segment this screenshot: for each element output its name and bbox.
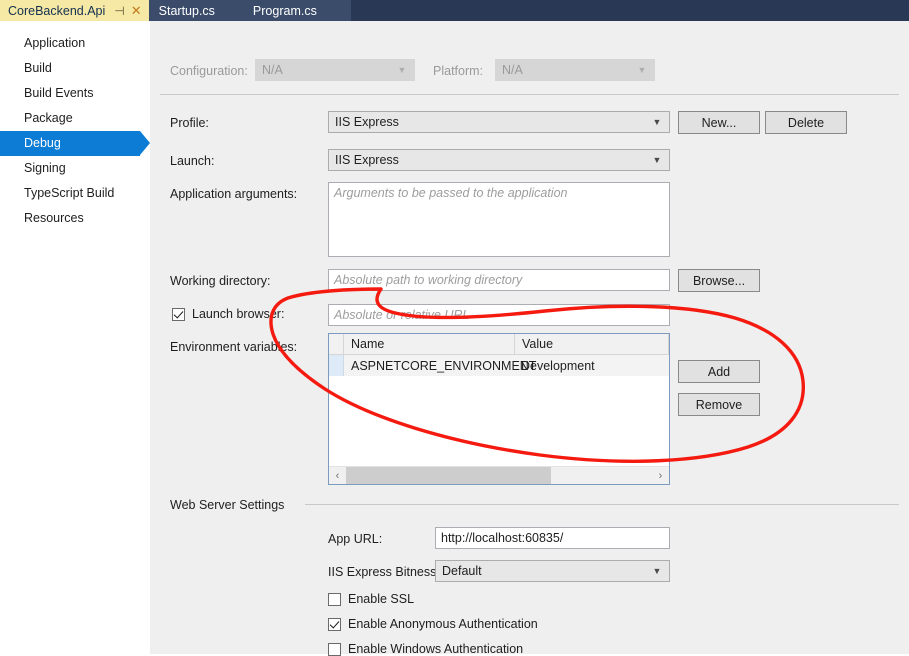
tab-strip-filler bbox=[350, 0, 909, 21]
sidebar-item-typescript-build[interactable]: TypeScript Build bbox=[0, 181, 150, 206]
chevron-down-icon: ▼ bbox=[652, 155, 662, 165]
table-row[interactable]: ASPNETCORE_ENVIRONMENT Development bbox=[329, 355, 669, 376]
application-arguments-label: Application arguments: bbox=[170, 187, 298, 201]
app-url-label: App URL: bbox=[328, 532, 383, 546]
grid-body: ASPNETCORE_ENVIRONMENT Development bbox=[329, 355, 669, 376]
row-selector[interactable] bbox=[329, 355, 344, 376]
web-server-settings-title: Web Server Settings bbox=[170, 498, 285, 512]
app-url-input[interactable]: http://localhost:60835/ bbox=[435, 527, 670, 549]
grid-header-row: Name Value bbox=[329, 334, 669, 355]
enable-ssl-label: Enable SSL bbox=[348, 592, 415, 606]
sidebar-item-build[interactable]: Build bbox=[0, 56, 150, 81]
grid-header-corner bbox=[329, 334, 344, 354]
configuration-value: N/A bbox=[262, 63, 283, 77]
chevron-down-icon: ▼ bbox=[637, 65, 647, 75]
platform-select[interactable]: N/A ▼ bbox=[495, 59, 655, 81]
sidebar-item-label: Debug bbox=[24, 136, 61, 150]
chevron-down-icon: ▼ bbox=[652, 566, 662, 576]
launch-label: Launch: bbox=[170, 154, 215, 168]
application-arguments-input[interactable]: Arguments to be passed to the applicatio… bbox=[328, 182, 670, 257]
profile-value: IIS Express bbox=[335, 115, 399, 129]
sidebar-item-label: Application bbox=[24, 36, 86, 50]
close-icon[interactable]: ✕ bbox=[128, 4, 145, 17]
launch-value: IIS Express bbox=[335, 153, 399, 167]
env-var-value[interactable]: Development bbox=[514, 355, 669, 376]
platform-value: N/A bbox=[502, 63, 523, 77]
sidebar-item-build-events[interactable]: Build Events bbox=[0, 81, 150, 106]
iis-express-bitness-value: Default bbox=[442, 564, 482, 578]
sidebar-item-resources[interactable]: Resources bbox=[0, 206, 150, 231]
browse-button[interactable]: Browse... bbox=[678, 269, 760, 292]
editor-tab-strip: CoreBackend.Api ⊣ ✕ Startup.cs Program.c… bbox=[0, 0, 909, 21]
launch-browser-checkbox[interactable] bbox=[172, 307, 185, 321]
grid-header-name[interactable]: Name bbox=[344, 334, 515, 354]
environment-variables-grid[interactable]: Name Value ASPNETCORE_ENVIRONMENT Develo… bbox=[328, 333, 670, 485]
tab-program-cs[interactable]: Program.cs bbox=[228, 0, 351, 21]
sidebar-item-label: Package bbox=[24, 111, 73, 125]
configuration-label: Configuration: bbox=[170, 64, 248, 78]
web-server-divider bbox=[305, 504, 899, 505]
delete-profile-button[interactable]: Delete bbox=[765, 111, 847, 134]
section-divider bbox=[160, 94, 899, 95]
sidebar-item-package[interactable]: Package bbox=[0, 106, 150, 131]
application-arguments-placeholder: Arguments to be passed to the applicatio… bbox=[334, 186, 568, 200]
grid-header-value[interactable]: Value bbox=[515, 334, 669, 354]
working-directory-label: Working directory: bbox=[170, 274, 271, 288]
chevron-down-icon: ▼ bbox=[397, 65, 407, 75]
browse-label: Browse... bbox=[692, 273, 746, 288]
launch-browser-url-placeholder: Absolute or relative URL bbox=[334, 308, 470, 322]
iis-express-bitness-select[interactable]: Default ▼ bbox=[435, 560, 670, 582]
debug-properties-panel: Configuration: N/A ▼ Platform: N/A ▼ Pro… bbox=[150, 21, 909, 656]
enable-anonymous-authentication-label: Enable Anonymous Authentication bbox=[348, 617, 538, 631]
scrollbar-track[interactable] bbox=[346, 467, 652, 484]
chevron-down-icon: ▼ bbox=[652, 117, 662, 127]
env-var-name[interactable]: ASPNETCORE_ENVIRONMENT bbox=[344, 355, 536, 376]
app-url-value: http://localhost:60835/ bbox=[441, 531, 564, 545]
environment-variables-label: Environment variables: bbox=[170, 340, 298, 354]
launch-browser-label: Launch browser: bbox=[192, 307, 285, 321]
selection-arrow-icon bbox=[140, 131, 150, 155]
remove-label: Remove bbox=[695, 397, 743, 412]
tab-corebackend-api[interactable]: CoreBackend.Api ⊣ ✕ bbox=[0, 0, 149, 21]
launch-select[interactable]: IIS Express ▼ bbox=[328, 149, 670, 171]
working-directory-input[interactable]: Absolute path to working directory bbox=[328, 269, 670, 291]
chevron-left-icon[interactable]: ‹ bbox=[329, 470, 346, 482]
tab-label: Startup.cs bbox=[158, 3, 215, 18]
profile-label: Profile: bbox=[170, 116, 209, 130]
chevron-right-icon[interactable]: › bbox=[652, 470, 669, 482]
sidebar-item-debug[interactable]: Debug bbox=[0, 131, 150, 156]
remove-env-var-button[interactable]: Remove bbox=[678, 393, 760, 416]
scrollbar-thumb[interactable] bbox=[346, 467, 552, 484]
sidebar-item-label: TypeScript Build bbox=[24, 186, 115, 200]
add-env-var-button[interactable]: Add bbox=[678, 360, 760, 383]
sidebar-item-label: Build bbox=[24, 61, 52, 75]
grid-horizontal-scrollbar[interactable]: ‹ › bbox=[329, 466, 669, 484]
add-label: Add bbox=[707, 364, 731, 379]
launch-browser-url-input[interactable]: Absolute or relative URL bbox=[328, 304, 670, 326]
new-profile-label: New... bbox=[701, 115, 737, 130]
tab-label: Program.cs bbox=[252, 3, 317, 18]
iis-express-bitness-label: IIS Express Bitness: bbox=[328, 565, 440, 579]
tab-label: CoreBackend.Api bbox=[8, 3, 106, 18]
new-profile-button[interactable]: New... bbox=[678, 111, 760, 134]
enable-anonymous-authentication-checkbox[interactable] bbox=[328, 617, 341, 631]
sidebar-item-signing[interactable]: Signing bbox=[0, 156, 150, 181]
sidebar-item-application[interactable]: Application bbox=[0, 31, 150, 56]
enable-ssl-checkbox[interactable] bbox=[328, 592, 341, 606]
pin-icon[interactable]: ⊣ bbox=[111, 5, 127, 17]
sidebar-item-label: Resources bbox=[24, 211, 84, 225]
launch-browser-checkbox-row[interactable]: Launch browser: bbox=[172, 307, 284, 321]
platform-label: Platform: bbox=[433, 64, 484, 78]
sidebar-item-label: Signing bbox=[24, 161, 66, 175]
tab-startup-cs[interactable]: Startup.cs bbox=[148, 0, 229, 21]
profile-select[interactable]: IIS Express ▼ bbox=[328, 111, 670, 133]
properties-sidebar: Application Build Build Events Package D… bbox=[0, 21, 150, 654]
sidebar-item-label: Build Events bbox=[24, 86, 94, 100]
working-directory-placeholder: Absolute path to working directory bbox=[334, 273, 523, 287]
configuration-select[interactable]: N/A ▼ bbox=[255, 59, 415, 81]
delete-profile-label: Delete bbox=[787, 115, 825, 130]
enable-ssl-row[interactable]: Enable SSL bbox=[328, 592, 414, 606]
enable-anonymous-authentication-row[interactable]: Enable Anonymous Authentication bbox=[328, 617, 538, 631]
